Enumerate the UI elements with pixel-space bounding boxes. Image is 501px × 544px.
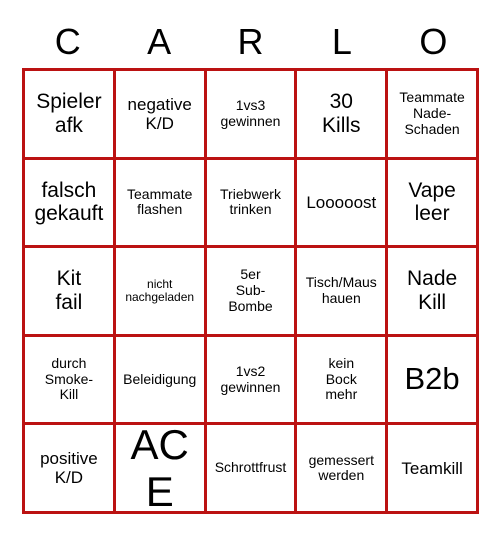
bingo-cell[interactable]: gemessert werden [297, 425, 389, 514]
bingo-cell[interactable]: 5er Sub- Bombe [206, 248, 298, 337]
bingo-cell[interactable]: 30 Kills [297, 71, 389, 160]
bingo-cell-label: 1vs3 gewinnen [220, 97, 281, 129]
header-letter-3: R [237, 21, 264, 62]
bingo-cell[interactable]: kein Bock mehr [297, 336, 389, 426]
bingo-cell-label: positive K/D [40, 449, 98, 488]
bingo-cell[interactable]: Spieler afk [25, 71, 116, 160]
header-letter-4: L [331, 21, 352, 62]
bingo-cell-label: B2b [404, 361, 460, 397]
bingo-cell[interactable]: durch Smoke- Kill [25, 336, 116, 426]
bingo-cell-label: Teammate flashen [127, 185, 193, 218]
bingo-cell-label: 30 Kills [322, 90, 361, 137]
bingo-cell-label: nicht nachgeladen [125, 276, 195, 304]
header-letter-5: O [419, 21, 448, 62]
bingo-cell[interactable]: Teamkill [388, 425, 479, 514]
bingo-cell[interactable]: Teammate flashen [115, 159, 207, 249]
bingo-cell[interactable]: Tisch/Maus hauen [297, 248, 389, 337]
bingo-cell-label: durch Smoke- Kill [44, 355, 94, 403]
bingo-cell[interactable]: ACE [115, 425, 207, 514]
bingo-cell[interactable]: Schrottfrust [206, 425, 298, 514]
bingo-cell[interactable]: Triebwerk trinken [206, 159, 298, 249]
bingo-cell[interactable]: Kit fail [25, 248, 116, 337]
bingo-cell-label: ACE [130, 425, 189, 514]
header-letter-2: A [147, 21, 172, 62]
bingo-cell-label: Beleidigung [123, 370, 197, 387]
header-letter-1: C [54, 21, 81, 62]
bingo-cell-label: Looooost [306, 192, 377, 212]
bingo-cell-label: 5er Sub- Bombe [228, 266, 273, 314]
bingo-cell-label: Triebwerk trinken [220, 185, 281, 218]
bingo-grid: Spieler afk negative K/D 1vs3 gewinnen 3… [22, 68, 479, 514]
bingo-cell-label: Spieler afk [36, 90, 102, 137]
bingo-cell[interactable]: negative K/D [115, 71, 207, 160]
bingo-cell-label: Schrottfrust [214, 459, 287, 476]
bingo-cell[interactable]: nicht nachgeladen [115, 248, 207, 337]
bingo-cell-label: Kit fail [55, 267, 83, 314]
bingo-card: C A R L O Spieler afk negative K/D 1vs3 … [0, 0, 501, 544]
bingo-cell[interactable]: positive K/D [25, 425, 116, 514]
bingo-cell[interactable]: Beleidigung [115, 336, 207, 426]
bingo-cell[interactable]: B2b [388, 336, 479, 426]
bingo-cell-label: gemessert werden [308, 451, 374, 484]
bingo-cell[interactable]: 1vs3 gewinnen [206, 71, 298, 160]
bingo-cell-label: Teamkill [401, 458, 463, 478]
bingo-cell-label: negative K/D [127, 94, 192, 133]
bingo-cell-label: 1vs2 gewinnen [220, 362, 281, 395]
bingo-cell-label: Nade Kill [406, 267, 458, 314]
bingo-cell[interactable]: Teammate Nade- Schaden [388, 71, 479, 160]
bingo-cell-label: Teammate Nade- Schaden [399, 89, 465, 137]
bingo-cell[interactable]: Vape leer [388, 159, 479, 249]
bingo-cell-label: kein Bock mehr [325, 355, 358, 403]
bingo-header: C A R L O [22, 18, 479, 66]
bingo-cell[interactable]: falsch gekauft [25, 159, 116, 249]
bingo-cell[interactable]: Looooost [297, 159, 389, 249]
bingo-cell[interactable]: Nade Kill [388, 248, 479, 337]
bingo-cell-label: falsch gekauft [34, 178, 104, 226]
bingo-cell-label: Tisch/Maus hauen [305, 274, 377, 306]
bingo-cell-label: Vape leer [408, 178, 456, 226]
bingo-cell[interactable]: 1vs2 gewinnen [206, 336, 298, 426]
